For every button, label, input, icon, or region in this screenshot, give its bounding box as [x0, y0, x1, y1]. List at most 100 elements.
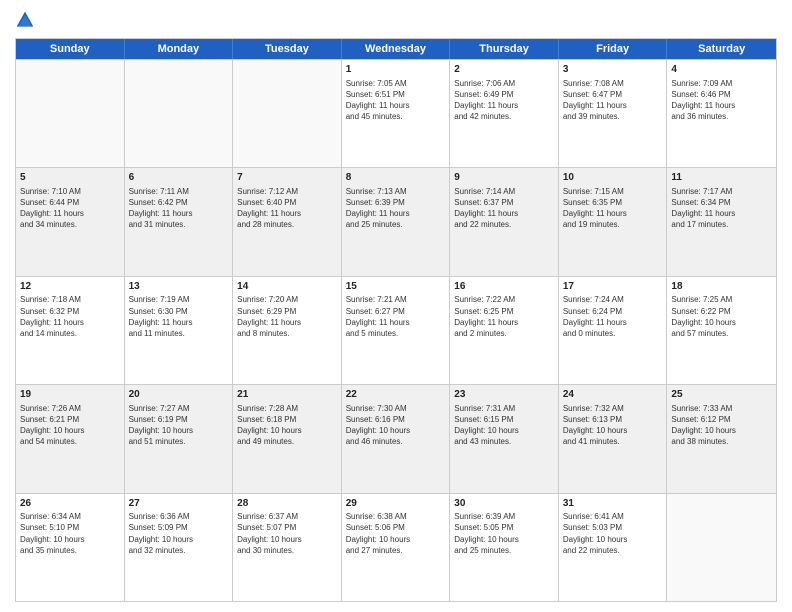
day-number: 5	[20, 171, 120, 185]
cal-cell: 27Sunrise: 6:36 AM Sunset: 5:09 PM Dayli…	[125, 494, 234, 601]
calendar-body: 1Sunrise: 7:05 AM Sunset: 6:51 PM Daylig…	[16, 59, 776, 601]
cell-info: Sunrise: 7:31 AM Sunset: 6:15 PM Dayligh…	[454, 403, 554, 448]
day-number: 19	[20, 388, 120, 402]
header-day-wednesday: Wednesday	[342, 39, 451, 59]
cal-cell: 3Sunrise: 7:08 AM Sunset: 6:47 PM Daylig…	[559, 60, 668, 167]
day-number: 10	[563, 171, 663, 185]
day-number: 18	[671, 280, 772, 294]
cell-info: Sunrise: 6:36 AM Sunset: 5:09 PM Dayligh…	[129, 511, 229, 556]
cal-cell: 22Sunrise: 7:30 AM Sunset: 6:16 PM Dayli…	[342, 385, 451, 492]
cal-cell: 13Sunrise: 7:19 AM Sunset: 6:30 PM Dayli…	[125, 277, 234, 384]
header-day-thursday: Thursday	[450, 39, 559, 59]
cal-cell: 6Sunrise: 7:11 AM Sunset: 6:42 PM Daylig…	[125, 168, 234, 275]
calendar: SundayMondayTuesdayWednesdayThursdayFrid…	[15, 38, 777, 602]
cal-cell: 31Sunrise: 6:41 AM Sunset: 5:03 PM Dayli…	[559, 494, 668, 601]
cal-cell: 28Sunrise: 6:37 AM Sunset: 5:07 PM Dayli…	[233, 494, 342, 601]
cell-info: Sunrise: 7:28 AM Sunset: 6:18 PM Dayligh…	[237, 403, 337, 448]
cell-info: Sunrise: 6:34 AM Sunset: 5:10 PM Dayligh…	[20, 511, 120, 556]
day-number: 8	[346, 171, 446, 185]
day-number: 15	[346, 280, 446, 294]
day-number: 27	[129, 497, 229, 511]
day-number: 13	[129, 280, 229, 294]
cell-info: Sunrise: 7:32 AM Sunset: 6:13 PM Dayligh…	[563, 403, 663, 448]
week-row-5: 26Sunrise: 6:34 AM Sunset: 5:10 PM Dayli…	[16, 493, 776, 601]
cal-cell: 8Sunrise: 7:13 AM Sunset: 6:39 PM Daylig…	[342, 168, 451, 275]
logo	[15, 10, 37, 30]
cal-cell	[125, 60, 234, 167]
cal-cell: 20Sunrise: 7:27 AM Sunset: 6:19 PM Dayli…	[125, 385, 234, 492]
calendar-header-row: SundayMondayTuesdayWednesdayThursdayFrid…	[16, 39, 776, 59]
cell-info: Sunrise: 6:38 AM Sunset: 5:06 PM Dayligh…	[346, 511, 446, 556]
cell-info: Sunrise: 7:24 AM Sunset: 6:24 PM Dayligh…	[563, 294, 663, 339]
cell-info: Sunrise: 7:19 AM Sunset: 6:30 PM Dayligh…	[129, 294, 229, 339]
day-number: 30	[454, 497, 554, 511]
cal-cell: 2Sunrise: 7:06 AM Sunset: 6:49 PM Daylig…	[450, 60, 559, 167]
cell-info: Sunrise: 7:14 AM Sunset: 6:37 PM Dayligh…	[454, 186, 554, 231]
day-number: 6	[129, 171, 229, 185]
cell-info: Sunrise: 6:37 AM Sunset: 5:07 PM Dayligh…	[237, 511, 337, 556]
cell-info: Sunrise: 7:25 AM Sunset: 6:22 PM Dayligh…	[671, 294, 772, 339]
cell-info: Sunrise: 7:09 AM Sunset: 6:46 PM Dayligh…	[671, 78, 772, 123]
day-number: 1	[346, 63, 446, 77]
day-number: 9	[454, 171, 554, 185]
day-number: 11	[671, 171, 772, 185]
day-number: 4	[671, 63, 772, 77]
cell-info: Sunrise: 7:15 AM Sunset: 6:35 PM Dayligh…	[563, 186, 663, 231]
day-number: 16	[454, 280, 554, 294]
cal-cell: 4Sunrise: 7:09 AM Sunset: 6:46 PM Daylig…	[667, 60, 776, 167]
day-number: 20	[129, 388, 229, 402]
cal-cell	[16, 60, 125, 167]
cell-info: Sunrise: 7:17 AM Sunset: 6:34 PM Dayligh…	[671, 186, 772, 231]
cal-cell: 16Sunrise: 7:22 AM Sunset: 6:25 PM Dayli…	[450, 277, 559, 384]
day-number: 17	[563, 280, 663, 294]
cell-info: Sunrise: 7:30 AM Sunset: 6:16 PM Dayligh…	[346, 403, 446, 448]
cell-info: Sunrise: 7:18 AM Sunset: 6:32 PM Dayligh…	[20, 294, 120, 339]
cal-cell: 12Sunrise: 7:18 AM Sunset: 6:32 PM Dayli…	[16, 277, 125, 384]
cell-info: Sunrise: 7:10 AM Sunset: 6:44 PM Dayligh…	[20, 186, 120, 231]
cell-info: Sunrise: 7:08 AM Sunset: 6:47 PM Dayligh…	[563, 78, 663, 123]
cal-cell: 5Sunrise: 7:10 AM Sunset: 6:44 PM Daylig…	[16, 168, 125, 275]
week-row-3: 12Sunrise: 7:18 AM Sunset: 6:32 PM Dayli…	[16, 276, 776, 384]
page: SundayMondayTuesdayWednesdayThursdayFrid…	[0, 0, 792, 612]
header-day-friday: Friday	[559, 39, 668, 59]
cell-info: Sunrise: 7:12 AM Sunset: 6:40 PM Dayligh…	[237, 186, 337, 231]
cal-cell: 25Sunrise: 7:33 AM Sunset: 6:12 PM Dayli…	[667, 385, 776, 492]
day-number: 26	[20, 497, 120, 511]
day-number: 22	[346, 388, 446, 402]
cal-cell	[667, 494, 776, 601]
logo-icon	[15, 10, 35, 30]
day-number: 24	[563, 388, 663, 402]
cal-cell: 11Sunrise: 7:17 AM Sunset: 6:34 PM Dayli…	[667, 168, 776, 275]
cal-cell: 30Sunrise: 6:39 AM Sunset: 5:05 PM Dayli…	[450, 494, 559, 601]
cal-cell	[233, 60, 342, 167]
cell-info: Sunrise: 7:20 AM Sunset: 6:29 PM Dayligh…	[237, 294, 337, 339]
cal-cell: 23Sunrise: 7:31 AM Sunset: 6:15 PM Dayli…	[450, 385, 559, 492]
cal-cell: 9Sunrise: 7:14 AM Sunset: 6:37 PM Daylig…	[450, 168, 559, 275]
header-day-tuesday: Tuesday	[233, 39, 342, 59]
cal-cell: 15Sunrise: 7:21 AM Sunset: 6:27 PM Dayli…	[342, 277, 451, 384]
day-number: 21	[237, 388, 337, 402]
cal-cell: 14Sunrise: 7:20 AM Sunset: 6:29 PM Dayli…	[233, 277, 342, 384]
cell-info: Sunrise: 6:41 AM Sunset: 5:03 PM Dayligh…	[563, 511, 663, 556]
cal-cell: 29Sunrise: 6:38 AM Sunset: 5:06 PM Dayli…	[342, 494, 451, 601]
cell-info: Sunrise: 6:39 AM Sunset: 5:05 PM Dayligh…	[454, 511, 554, 556]
day-number: 7	[237, 171, 337, 185]
cal-cell: 19Sunrise: 7:26 AM Sunset: 6:21 PM Dayli…	[16, 385, 125, 492]
week-row-1: 1Sunrise: 7:05 AM Sunset: 6:51 PM Daylig…	[16, 59, 776, 167]
cal-cell: 7Sunrise: 7:12 AM Sunset: 6:40 PM Daylig…	[233, 168, 342, 275]
cell-info: Sunrise: 7:05 AM Sunset: 6:51 PM Dayligh…	[346, 78, 446, 123]
cell-info: Sunrise: 7:33 AM Sunset: 6:12 PM Dayligh…	[671, 403, 772, 448]
cell-info: Sunrise: 7:06 AM Sunset: 6:49 PM Dayligh…	[454, 78, 554, 123]
day-number: 12	[20, 280, 120, 294]
header-day-sunday: Sunday	[16, 39, 125, 59]
week-row-4: 19Sunrise: 7:26 AM Sunset: 6:21 PM Dayli…	[16, 384, 776, 492]
day-number: 25	[671, 388, 772, 402]
cal-cell: 18Sunrise: 7:25 AM Sunset: 6:22 PM Dayli…	[667, 277, 776, 384]
day-number: 3	[563, 63, 663, 77]
cal-cell: 1Sunrise: 7:05 AM Sunset: 6:51 PM Daylig…	[342, 60, 451, 167]
day-number: 31	[563, 497, 663, 511]
day-number: 29	[346, 497, 446, 511]
cell-info: Sunrise: 7:21 AM Sunset: 6:27 PM Dayligh…	[346, 294, 446, 339]
cell-info: Sunrise: 7:22 AM Sunset: 6:25 PM Dayligh…	[454, 294, 554, 339]
week-row-2: 5Sunrise: 7:10 AM Sunset: 6:44 PM Daylig…	[16, 167, 776, 275]
